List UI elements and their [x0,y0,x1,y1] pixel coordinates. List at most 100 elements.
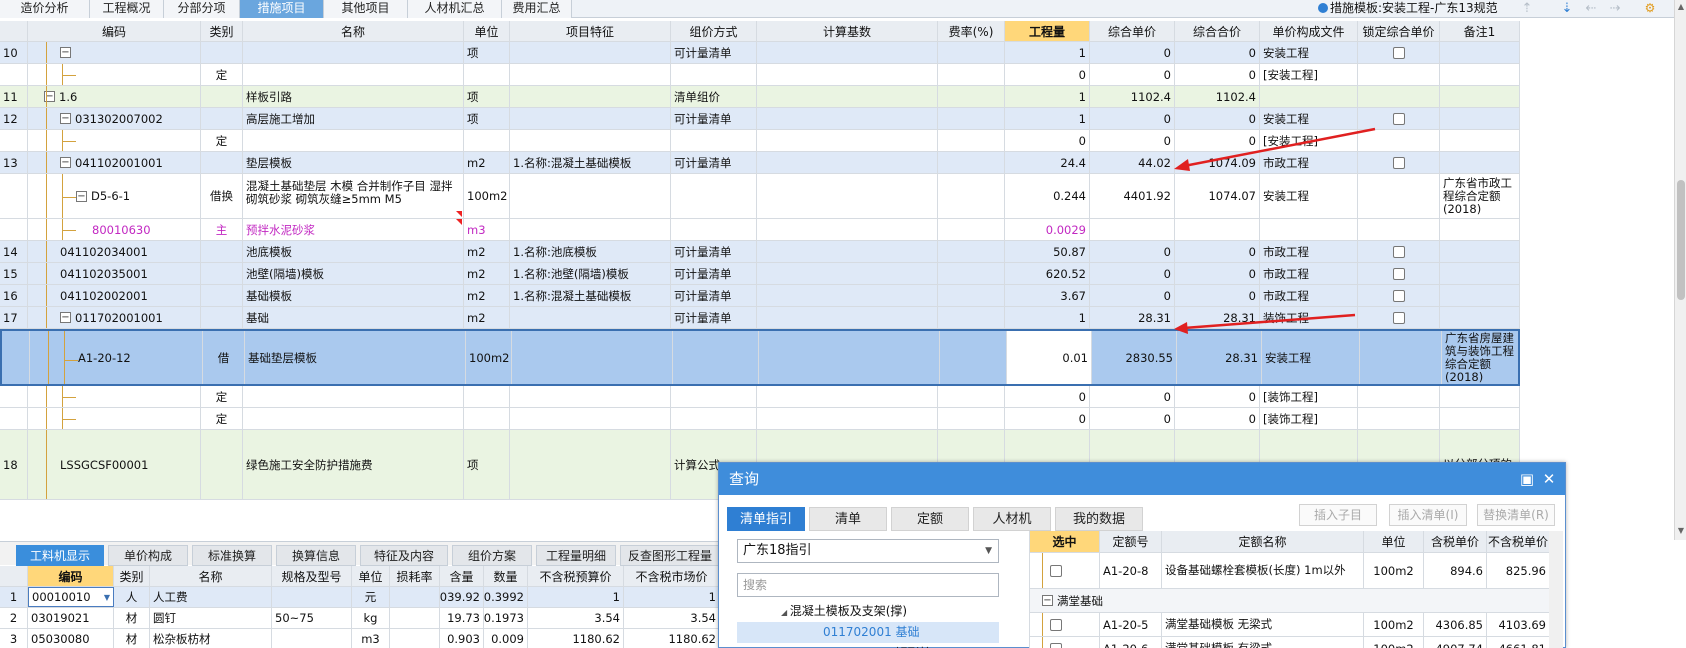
tab-measures[interactable]: 措施项目 [240,0,324,18]
row-lock[interactable] [1358,241,1440,262]
column-header-spec[interactable]: 规格及型号 [272,566,352,586]
row-name[interactable]: 混凝土基础垫层 木模 合并制作子目 湿拌砌筑砂浆 砌筑灰缝≥5mm M5 [243,174,464,218]
quota-row[interactable]: A1-20-5 满堂基础模板 无梁式 100m2 4306.85 4103.69 [1030,613,1549,637]
row-code[interactable]: 041102034001 [28,241,201,262]
scroll-thumb[interactable] [1677,180,1685,300]
row-quantity[interactable]: 0.244 [1005,174,1090,218]
lock-checkbox[interactable] [1392,289,1405,302]
row-quantity[interactable]: 0 [1005,408,1090,429]
row-code[interactable]: − D5-6-1 [28,174,201,218]
resource-row[interactable]: 2 03019021 材圆钉 50~75 kg 19.73 0.1973 3.54 3.54 [0,608,720,629]
column-header-quota-name[interactable]: 定额名称 [1162,531,1364,552]
dialog-tab-list[interactable]: 清单 [809,507,887,531]
column-header-name[interactable]: 名称 [243,21,464,41]
column-header-type[interactable]: 类别 [114,566,150,586]
quota-select[interactable] [1030,637,1100,648]
dialog-tab-quota[interactable]: 定额 [891,507,969,531]
scroll-down-icon[interactable]: ▼ [1676,526,1686,536]
row-name[interactable]: 基础模板 [243,285,464,306]
resource-code[interactable]: 03019021 [28,608,114,628]
table-row[interactable]: 定 0 0 0 [装饰工程] [0,386,1520,408]
lock-checkbox[interactable] [1392,267,1405,280]
dialog-search-input[interactable]: 搜索 [737,573,999,597]
tab-graphic-quantity[interactable]: 反查图形工程量 [620,545,720,566]
column-header-market[interactable]: 不含税市场价 [624,566,720,586]
column-header-price[interactable]: 综合单价 [1090,21,1175,41]
row-code[interactable]: −041102001001 [28,152,201,173]
row-name[interactable]: 垫层模板 [243,152,464,173]
column-header-total[interactable]: 综合合价 [1175,21,1260,41]
tab-other-items[interactable]: 其他项目 [324,0,408,18]
row-name[interactable]: 基础 [243,307,464,328]
row-quantity[interactable]: 1 [1005,307,1090,328]
collapse-icon[interactable]: − [60,157,71,168]
table-row[interactable]: 16 041102002001 基础模板 m2 1.名称:混凝土基础模板 可计量清单 3.6… [0,285,1520,307]
template-selector[interactable]: 措施模板:安装工程-广东13规范 [1318,0,1498,18]
scroll-up-icon[interactable]: ▲ [1676,2,1686,12]
row-quantity[interactable]: 1 [1005,42,1090,63]
column-header-quota-code[interactable]: 定额号 [1100,531,1162,552]
row-quantity[interactable]: 1 [1005,86,1090,107]
left-icon[interactable]: ⇠ [1584,1,1598,17]
row-code[interactable]: −031302007002 [28,108,201,129]
tab-project-overview[interactable]: 工程概况 [90,0,164,18]
row-code[interactable]: 80010630 [28,219,201,240]
resource-code[interactable]: 00010010 ▼ [28,587,114,607]
collapse-icon[interactable]: − [60,312,71,323]
tab-resource-summary[interactable]: 人材机汇总 [408,0,502,18]
tab-sub-items[interactable]: 分部分项 [164,0,240,18]
row-lock[interactable] [1358,42,1440,63]
row-name[interactable] [243,386,464,407]
row-code[interactable]: −011702001001 [28,307,201,328]
lock-checkbox[interactable] [1392,46,1405,59]
column-header-code[interactable]: 编码 [28,21,201,41]
column-header-budget[interactable]: 不含税预算价 [528,566,624,586]
close-icon[interactable]: ✕ [1541,471,1557,487]
down-icon[interactable]: ⇣ [1560,1,1574,17]
main-vertical-scrollbar[interactable]: ▲ ▼ [1674,0,1686,540]
row-quantity[interactable]: 0 [1005,64,1090,85]
row-code[interactable]: − [28,42,201,63]
resource-code[interactable]: 05030080 [28,629,114,648]
column-header-rate[interactable]: 费率(%) [938,21,1005,41]
lock-checkbox[interactable] [1392,112,1405,125]
row-quantity[interactable]: 0.01 [1007,331,1092,384]
table-row[interactable]: 定 0 0 0 [装饰工程] [0,408,1520,430]
table-row[interactable]: − D5-6-1 借换 混凝土基础垫层 木模 合并制作子目 湿拌砌筑砂浆 砌筑灰缝≥5… [0,174,1520,219]
tab-standard-conversion[interactable]: 标准换算 [192,545,272,566]
tab-pricing-plan[interactable]: 组价方案 [452,545,532,566]
quota-row[interactable]: A1-20-6满堂基础模板 有梁式100m24907.744661.81 [1030,637,1549,648]
row-code[interactable]: 041102002001 [28,285,201,306]
row-lock[interactable] [1358,307,1440,328]
column-header-tax-price[interactable]: 含税单价 [1424,531,1487,552]
column-header-base[interactable]: 计算基数 [757,21,938,41]
column-header-loss[interactable]: 损耗率 [390,566,440,586]
row-code[interactable] [28,386,201,407]
tab-unit-price[interactable]: 单价构成 [108,545,188,566]
column-header-content[interactable]: 含量 [440,566,484,586]
dialog-scrollbar[interactable] [1549,531,1563,648]
expand-triangle-icon[interactable]: ◢ [781,608,790,617]
collapse-icon[interactable]: − [1042,595,1053,606]
row-lock[interactable] [1358,219,1440,240]
guide-library-select[interactable]: 广东18指引 ▼ [737,539,999,563]
select-checkbox[interactable] [1050,618,1062,631]
row-name[interactable]: 样板引路 [243,86,464,107]
settings-icon[interactable]: ⚙ [1643,1,1657,16]
row-name[interactable]: 池底模板 [243,241,464,262]
select-checkbox[interactable] [1050,642,1062,648]
up-icon[interactable]: ⇡ [1520,1,1534,17]
collapse-icon[interactable]: − [60,113,71,124]
row-code[interactable] [28,130,201,151]
row-quantity[interactable]: 0.0029 [1005,219,1090,240]
tab-quantity-detail[interactable]: 工程量明细 [536,545,616,566]
tab-cost-analysis[interactable]: 造价分析 [0,0,90,18]
insert-child-button[interactable]: 插入子目 [1299,504,1377,526]
row-quantity[interactable]: 620.52 [1005,263,1090,284]
column-header-qty[interactable]: 数量 [484,566,528,586]
table-row[interactable]: 11−1.6 样板引路项清单组价 1 1102.4 1102.4 [0,86,1520,108]
row-lock[interactable] [1358,86,1440,107]
column-header-type[interactable]: 类别 [201,21,243,41]
row-quantity[interactable]: 0 [1005,130,1090,151]
column-header-file[interactable]: 单价构成文件 [1260,21,1358,41]
